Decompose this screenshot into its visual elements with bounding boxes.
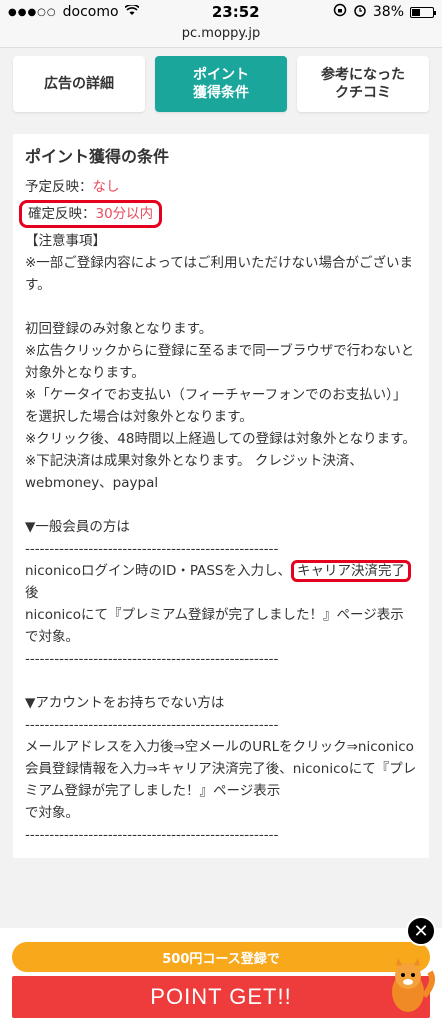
status-bar: ●●●○○ docomo 23:52 38% [0,0,442,24]
confirmed-label: 確定反映： [28,206,96,222]
scheduled-row: 予定反映：なし [25,176,417,198]
tab-point-conditions[interactable]: ポイント 獲得条件 [155,56,287,112]
confirmed-highlight: 確定反映：30分以内 [19,200,163,228]
confirmed-value: 30分以内 [95,206,154,222]
tab-helpful-reviews[interactable]: 参考になった クチコミ [297,56,429,112]
tab-ad-details[interactable]: 広告の詳細 [13,56,145,112]
clock: 23:52 [211,3,260,21]
tab-label: ポイント 獲得条件 [193,67,249,101]
battery-percent: 38% [372,4,404,20]
wifi-icon [124,3,140,20]
tab-bar: 広告の詳細 ポイント 獲得条件 参考になった クチコミ [0,48,442,120]
signal-icon: ●●●○○ [8,6,57,18]
promo-pill: 500円コース登録で [12,942,430,972]
carrier-name: docomo [62,4,119,20]
notes-pre: 【注意事項】 ※一部ご登録内容によってはご利用いただけない場合がございます。 初… [25,233,416,557]
scheduled-label: 予定反映： [25,179,93,195]
point-get-button[interactable]: POINT GET!! [12,976,430,1018]
general-line-a: niconicoログイン時のID・PASSを入力し、 [25,563,292,579]
tab-label: 広告の詳細 [44,76,114,92]
tab-label: 参考になった クチコミ [321,67,405,101]
scheduled-value: なし [92,179,120,195]
carrier-payment-highlight: キャリア決済完了 [291,560,412,582]
section-title: ポイント獲得の条件 [25,147,170,166]
conditions-card: ポイント獲得の条件 予定反映：なし 確定反映：30分以内 【注意事項】 ※一部ご… [13,134,429,858]
general-line-b: 後 niconicoにて『プレミアム登録が完了しました！』ページ表示 で対象。 … [25,585,417,843]
url-bar[interactable]: pc.moppy.jp [0,24,442,48]
bottom-bar: 500円コース登録で POINT GET!! ✕ [0,916,442,1024]
confirmed-row: 確定反映：30分以内 [19,200,417,228]
battery-icon [410,6,436,18]
notes-text: 【注意事項】 ※一部ご登録内容によってはご利用いただけない場合がございます。 初… [25,230,417,846]
close-icon[interactable]: ✕ [406,916,436,946]
mascot-icon [392,958,435,1012]
rotation-lock-icon [333,3,347,21]
alarm-icon [353,3,367,21]
